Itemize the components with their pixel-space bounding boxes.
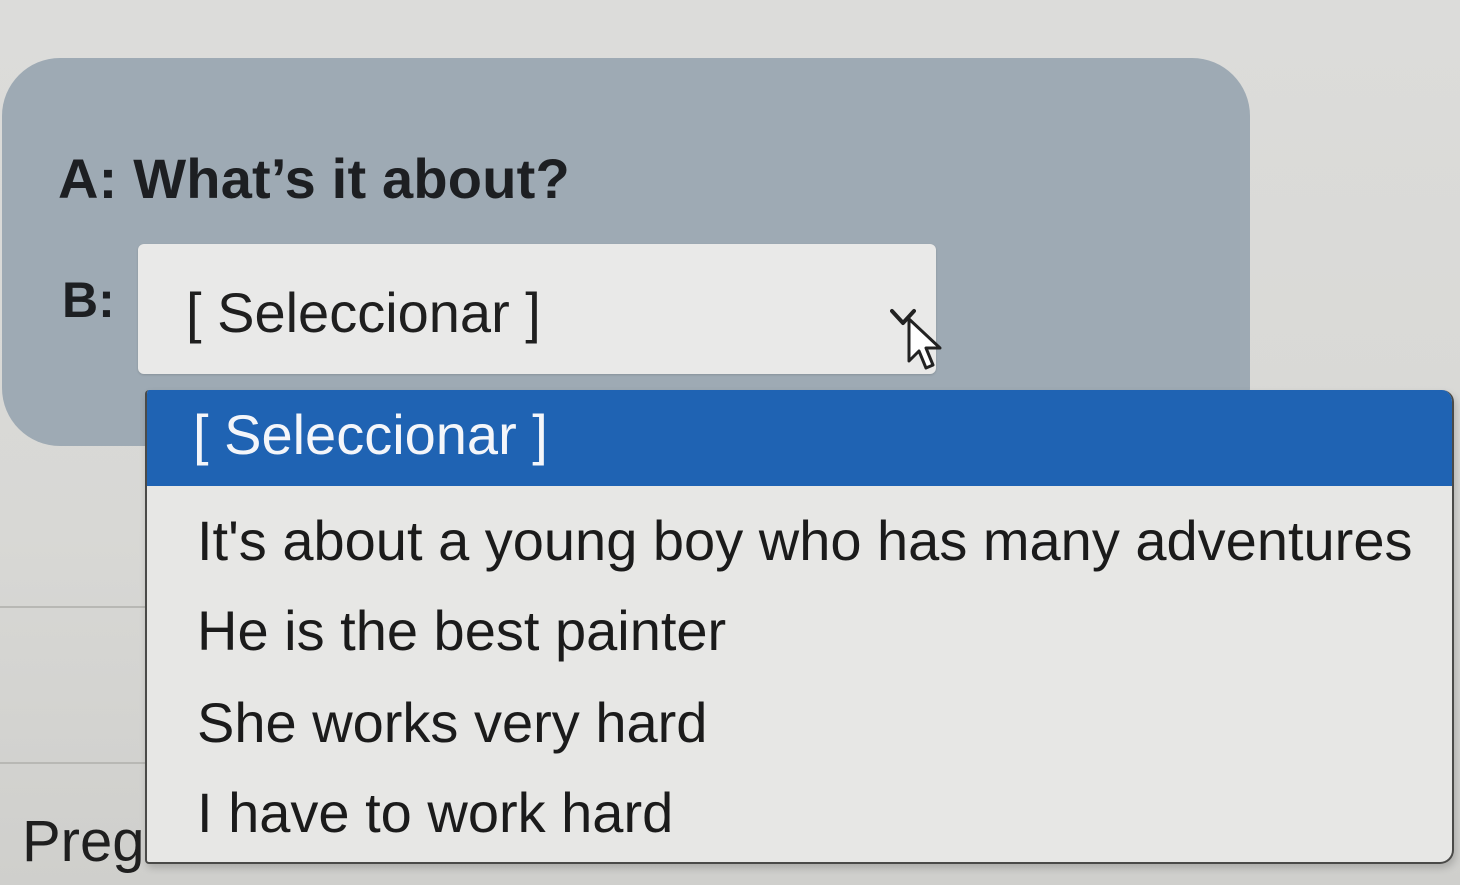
option-works-very-hard[interactable]: She works very hard: [147, 680, 1452, 766]
question-prompt: A: What’s it about?: [58, 147, 570, 210]
option-best-painter[interactable]: He is the best painter: [147, 588, 1452, 674]
select-current-value: [ Seleccionar ]: [186, 281, 541, 344]
row-divider: [0, 762, 145, 764]
answer-select[interactable]: [ Seleccionar ]: [138, 244, 936, 374]
option-young-boy-adventures[interactable]: It's about a young boy who has many adve…: [147, 498, 1452, 584]
select-options-list[interactable]: [ Seleccionar ] It's about a young boy w…: [145, 390, 1454, 864]
mouse-pointer-icon: [907, 317, 942, 370]
option-have-to-work-hard[interactable]: I have to work hard: [147, 770, 1452, 856]
row-divider: [0, 606, 145, 608]
option-seleccionar[interactable]: [ Seleccionar ]: [147, 390, 1452, 486]
answer-label: B:: [62, 272, 115, 328]
question-footer-label: Preg: [22, 809, 145, 874]
